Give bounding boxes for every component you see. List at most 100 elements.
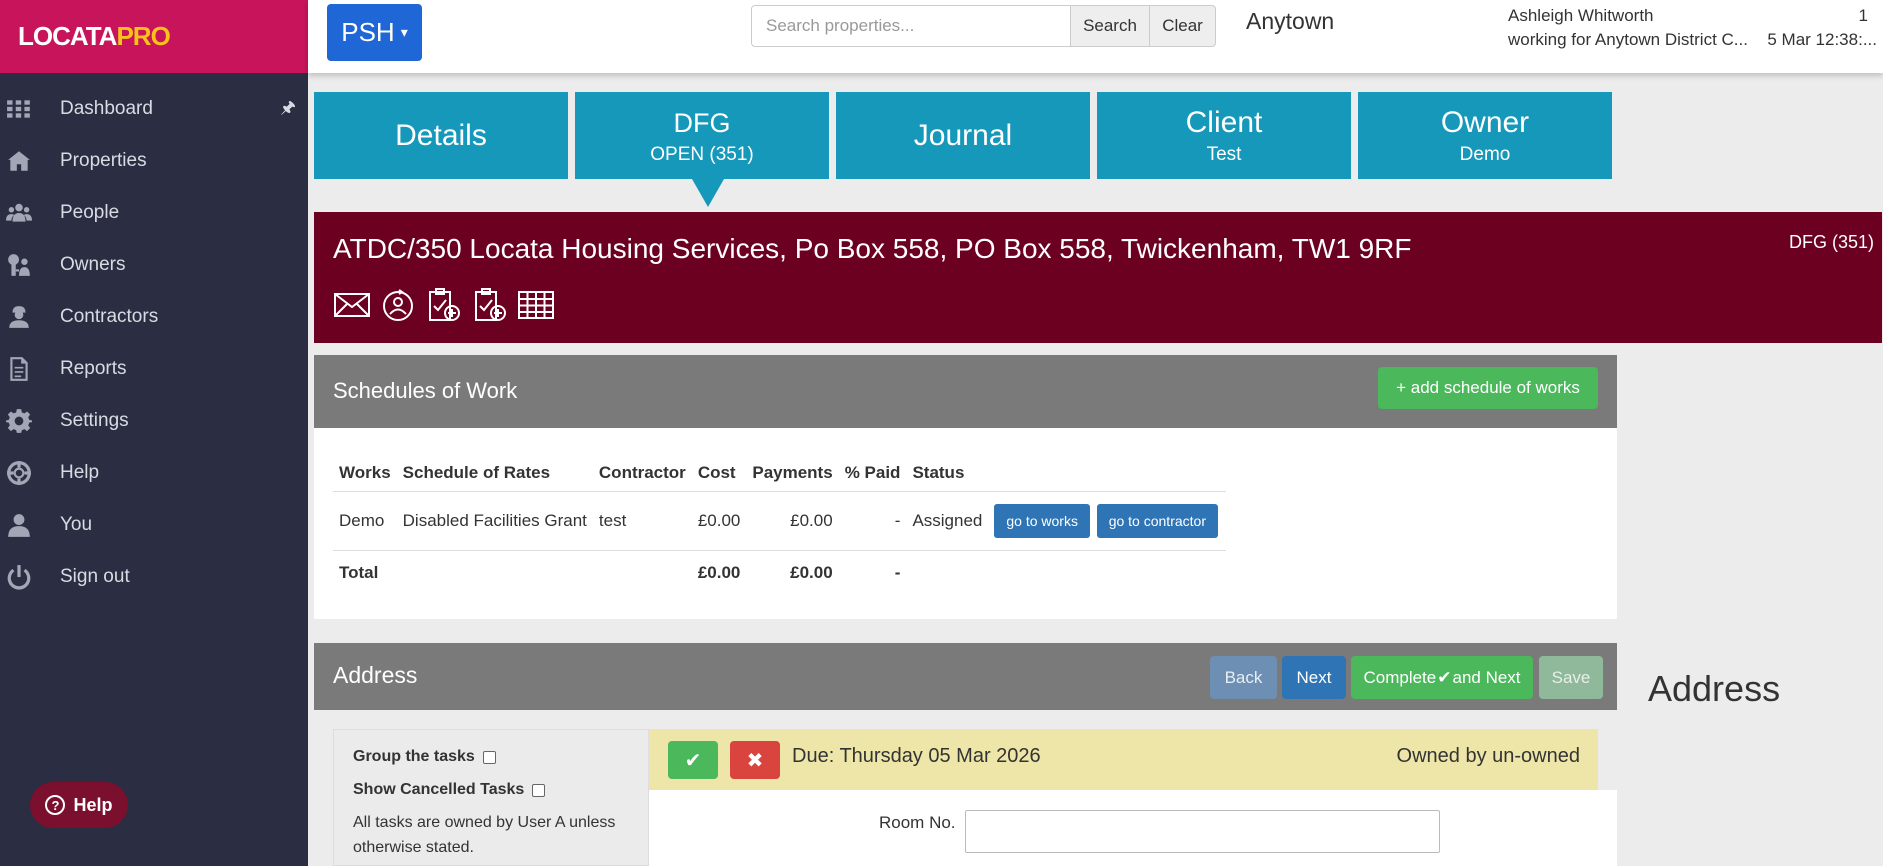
group-tasks-option: Group the tasks — [353, 748, 496, 766]
sidebar-item-properties[interactable]: Properties — [0, 135, 308, 187]
empty-cell — [593, 551, 692, 596]
section-title: Schedules of Work — [333, 378, 518, 403]
schedules-table: Works Schedule of Rates Contractor Cost … — [333, 453, 1226, 595]
cell-cost: £0.00 — [691, 491, 747, 551]
tab-title: DFG — [673, 107, 731, 138]
user-organisation: working for Anytown District C... — [1508, 30, 1748, 49]
current-town: Anytown — [1246, 8, 1335, 34]
house-icon — [6, 148, 32, 174]
next-button[interactable]: Next — [1282, 656, 1346, 699]
sidebar-item-label: People — [60, 202, 120, 223]
show-cancelled-option: Show Cancelled Tasks — [353, 781, 546, 799]
group-tasks-checkbox[interactable] — [482, 750, 496, 764]
search-input[interactable]: Search properties... — [751, 5, 1071, 47]
question-icon: ? — [45, 795, 66, 815]
check-icon: ✔ — [1437, 667, 1452, 687]
complete-task-button[interactable]: ✔ — [668, 741, 718, 779]
column-header: Payments — [746, 453, 839, 492]
module-dropdown-button[interactable]: PSH ▾ — [327, 4, 422, 61]
complete-and-next-button[interactable]: Complete ✔ and Next — [1351, 656, 1533, 699]
tab-client[interactable]: Client Test — [1097, 92, 1351, 179]
cancel-task-button[interactable]: ✖ — [730, 741, 780, 779]
owner-note: All tasks are owned by User A unless oth… — [353, 814, 616, 856]
sidebar-item-people[interactable]: People — [0, 187, 308, 239]
save-button[interactable]: Save — [1539, 656, 1603, 699]
case-badge: DFG (351) — [1788, 232, 1874, 252]
property-title: ATDC/350 Locata Housing Services, Po Box… — [333, 233, 1412, 264]
sidebar-item-reports[interactable]: Reports — [0, 343, 308, 395]
owners-icon — [6, 252, 32, 278]
property-actions — [333, 288, 555, 322]
sidebar-item-label: You — [60, 514, 93, 535]
sidebar-item-contractors[interactable]: Contractors — [0, 291, 308, 343]
add-schedule-button[interactable]: + add schedule of works — [1378, 367, 1598, 409]
complete-label: Complete — [1363, 667, 1437, 687]
sidebar-item-settings[interactable]: Settings — [0, 395, 308, 447]
tab-dfg[interactable]: DFG OPEN (351) — [575, 92, 829, 179]
table-header-row: Works Schedule of Rates Contractor Cost … — [333, 453, 1226, 492]
logo[interactable]: LOCATAPRO — [0, 0, 308, 73]
total-row: Total £0.00 £0.00 - — [333, 551, 1226, 596]
cell-actions: go to works go to contractor — [988, 491, 1226, 551]
tab-details[interactable]: Details — [314, 92, 568, 179]
tab-subtitle: Demo — [1459, 143, 1511, 165]
lifebuoy-icon — [6, 460, 32, 486]
caret-down-icon: ▾ — [400, 24, 408, 40]
back-button[interactable]: Back — [1210, 656, 1277, 699]
sidebar-item-label: Contractors — [60, 306, 159, 327]
total-payments: £0.00 — [790, 563, 833, 582]
show-cancelled-checkbox[interactable] — [532, 783, 546, 797]
search-button[interactable]: Search — [1070, 5, 1150, 47]
cell-paid: - — [838, 491, 907, 551]
tab-subtitle: OPEN (351) — [650, 143, 754, 165]
tab-journal[interactable]: Journal — [836, 92, 1090, 179]
sidebar-item-label: Sign out — [60, 566, 130, 587]
sidebar-item-you[interactable]: You — [0, 499, 308, 551]
clipboard-add-alt-icon[interactable] — [471, 288, 509, 322]
sidebar-item-dashboard[interactable]: Dashboard 🖈 — [0, 83, 308, 135]
total-label: Total — [339, 563, 379, 582]
column-header: Status — [906, 453, 989, 492]
clipboard-add-icon[interactable] — [425, 288, 463, 322]
sidebar-item-owners[interactable]: Owners — [0, 239, 308, 291]
people-icon — [6, 200, 32, 226]
room-no-input[interactable] — [965, 810, 1440, 853]
group-tasks-label: Group the tasks — [353, 748, 475, 765]
tab-title: Journal — [913, 118, 1013, 152]
sidebar-item-label: Owners — [60, 254, 126, 275]
show-cancelled-label: Show Cancelled Tasks — [353, 781, 525, 798]
sidebar-item-help[interactable]: Help — [0, 447, 308, 499]
go-to-works-button[interactable]: go to works — [994, 504, 1090, 538]
notification-count[interactable]: 1 — [1859, 6, 1868, 26]
close-icon: ✖ — [746, 749, 764, 772]
sidebar: LOCATAPRO Dashboard 🖈 Properties People … — [0, 0, 308, 866]
logo-text-locata: LOCATA — [18, 21, 117, 51]
help-button[interactable]: ? Help — [30, 782, 128, 828]
table-row: Demo Disabled Facilities Grant test £0.0… — [333, 491, 1226, 551]
module-label: PSH — [341, 17, 395, 47]
schedules-header: Schedules of Work + add schedule of work… — [314, 355, 1617, 428]
power-icon — [6, 564, 32, 590]
datetime: 5 Mar 12:38:... — [1767, 30, 1877, 49]
table-icon[interactable] — [517, 288, 555, 322]
active-tab-indicator — [692, 179, 724, 207]
go-to-contractor-button[interactable]: go to contractor — [1096, 504, 1218, 538]
user-name[interactable]: Ashleigh Whitworth — [1508, 6, 1654, 26]
envelope-icon[interactable] — [333, 288, 371, 322]
pin-icon[interactable]: 🖈 — [280, 95, 296, 124]
tab-owner[interactable]: Owner Demo — [1358, 92, 1612, 179]
sidebar-item-sign-out[interactable]: Sign out — [0, 551, 308, 603]
task-owner: Owned by un-owned — [1396, 745, 1580, 767]
due-date: Due: Thursday 05 Mar 2026 — [792, 745, 1041, 767]
cell-status: Assigned — [906, 491, 989, 551]
clear-button[interactable]: Clear — [1149, 5, 1216, 47]
cell-works: Demo — [333, 491, 397, 551]
column-header: Schedule of Rates — [396, 453, 593, 492]
empty-cell — [988, 551, 1226, 596]
user-refresh-icon[interactable] — [379, 288, 417, 322]
tab-title: Owner — [1440, 105, 1530, 139]
cell-rates: Disabled Facilities Grant — [396, 491, 593, 551]
user-icon — [6, 512, 32, 538]
tab-title: Details — [395, 118, 487, 152]
address-header: Address Back Next Complete ✔ and Next Save — [314, 643, 1617, 710]
